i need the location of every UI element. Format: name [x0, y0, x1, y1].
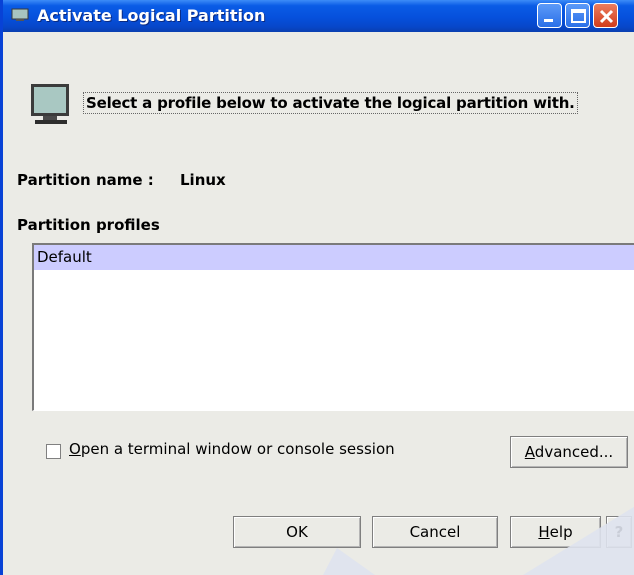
- minimize-icon: [544, 19, 553, 22]
- window-monitor-icon: [11, 8, 29, 21]
- open-terminal-label[interactable]: Open a terminal window or console sessio…: [69, 440, 395, 458]
- cancel-button[interactable]: Cancel: [372, 516, 498, 548]
- ok-label: OK: [286, 523, 308, 541]
- mnemonic-a: A: [524, 443, 535, 461]
- list-item-default[interactable]: Default: [34, 245, 634, 270]
- activate-partition-dialog: Activate Logical Partition Select a prof…: [0, 0, 634, 575]
- window-title: Activate Logical Partition: [37, 6, 266, 25]
- instruction-text: Select a profile below to activate the l…: [83, 92, 578, 114]
- partition-profiles-label: Partition profiles: [17, 216, 160, 234]
- monitor-icon: [31, 84, 69, 124]
- mnemonic-o: O: [69, 440, 81, 458]
- advanced-button[interactable]: Advanced...: [510, 436, 628, 468]
- title-bar[interactable]: Activate Logical Partition: [3, 0, 634, 32]
- cancel-label: Cancel: [409, 523, 461, 541]
- minimize-button[interactable]: [537, 3, 562, 28]
- profiles-listbox[interactable]: Default: [32, 243, 634, 411]
- ok-button[interactable]: OK: [233, 516, 361, 548]
- context-help-button[interactable]: ?: [606, 516, 632, 548]
- partition-name-label: Partition name :: [17, 171, 154, 189]
- context-help-label: ?: [614, 523, 624, 541]
- mnemonic-h: H: [538, 523, 550, 541]
- partition-name-value: Linux: [180, 171, 226, 189]
- help-button[interactable]: Help: [510, 516, 601, 548]
- open-terminal-label-rest: pen a terminal window or console session: [80, 440, 395, 458]
- maximize-button[interactable]: [565, 3, 590, 28]
- help-label-rest: elp: [549, 523, 573, 541]
- close-button[interactable]: [593, 3, 618, 28]
- advanced-label-rest: dvanced...: [534, 443, 614, 461]
- maximize-icon: [571, 9, 586, 23]
- close-icon: [599, 9, 614, 24]
- open-terminal-checkbox[interactable]: [46, 444, 61, 459]
